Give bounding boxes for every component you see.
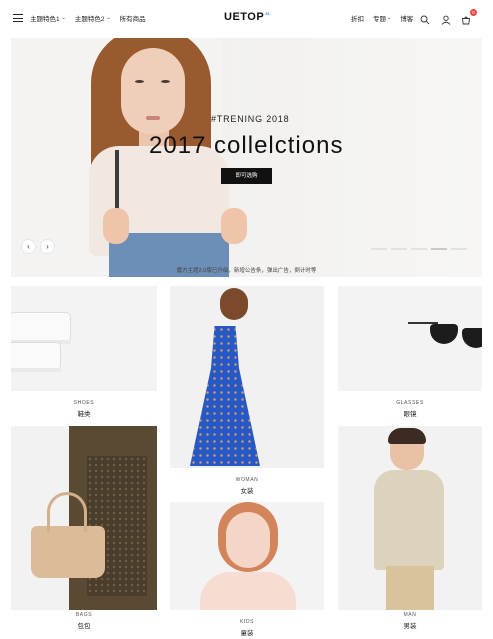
- nav-item-theme-1[interactable]: 主题特色1 ⌄: [30, 13, 66, 23]
- slider-dot[interactable]: [411, 248, 427, 250]
- menu-icon[interactable]: [13, 14, 23, 22]
- category-label-zh: 鞋类: [77, 411, 91, 418]
- logo-text: UETOP: [224, 11, 265, 23]
- bag-shape: [31, 526, 105, 578]
- slider-dot[interactable]: [431, 248, 447, 250]
- category-card-shoes[interactable]: SHOES 鞋类: [11, 286, 157, 419]
- eye: [161, 80, 170, 83]
- category-image-man: [338, 426, 482, 610]
- chevron-right-icon: ›: [46, 242, 49, 251]
- category-image-bags: [11, 426, 157, 610]
- model-head: [220, 288, 248, 320]
- nav-left: 主题特色1 ⌄ 主题特色2 ⌄ 所有商品: [30, 13, 146, 23]
- hero-model-hand: [103, 208, 129, 244]
- chevron-down-icon: ⌄: [106, 15, 111, 21]
- category-label-en: SHOES: [73, 400, 95, 406]
- nav-item-discount[interactable]: 折扣: [351, 13, 364, 23]
- nav-item-theme-2[interactable]: 主题特色2 ⌄: [75, 13, 111, 23]
- hero-subtitle: #TRENING 2018: [211, 114, 290, 124]
- man-trousers: [386, 566, 434, 610]
- category-label-zh: 童装: [240, 630, 254, 637]
- slider-next-button[interactable]: ›: [40, 239, 55, 254]
- category-label-zh: 女装: [240, 488, 254, 495]
- man-jacket: [374, 470, 444, 570]
- category-label-zh: 眼镜: [403, 411, 417, 418]
- dress-pattern: [190, 326, 260, 466]
- category-label-en: WOMAN: [235, 477, 259, 483]
- hero-title: 2017 collelctions: [149, 132, 344, 159]
- shoe-shape: [11, 342, 61, 370]
- category-image-glasses: [338, 286, 482, 391]
- nav-item-blog[interactable]: 博客: [400, 13, 413, 23]
- bag-handle: [47, 492, 87, 532]
- category-image-woman: [170, 286, 324, 468]
- child-dress: [200, 572, 296, 610]
- slider-pagination: [371, 248, 467, 250]
- shoe-shape: [11, 312, 71, 342]
- logo-superscript: 21: [265, 11, 270, 17]
- eye: [135, 80, 144, 83]
- shop-now-button[interactable]: 即可选购: [221, 168, 272, 184]
- nav-item-label: 折扣: [351, 16, 364, 23]
- category-label-en: GLASSES: [396, 400, 424, 406]
- chevron-down-icon: ⌄: [61, 15, 66, 21]
- shoe-sole: [11, 368, 61, 372]
- lips: [146, 116, 160, 120]
- category-label-en: MAN: [403, 612, 417, 618]
- site-logo[interactable]: UETOP21: [224, 11, 270, 23]
- nav-right: 折扣 专题 ⌄ 博客: [351, 13, 413, 23]
- category-card-glasses[interactable]: GLASSES 眼镜: [338, 286, 482, 419]
- chevron-down-icon: ⌄: [387, 15, 392, 21]
- category-card-woman[interactable]: WOMAN 女装: [170, 286, 324, 495]
- slider-dot[interactable]: [391, 248, 407, 250]
- category-label-en: BAGS: [75, 612, 93, 618]
- category-card-man[interactable]: MAN 男装: [338, 426, 482, 636]
- nav-item-label: 所有商品: [119, 16, 146, 23]
- lens-shape: [462, 328, 482, 348]
- chevron-left-icon: ‹: [27, 242, 30, 251]
- user-icon[interactable]: [441, 12, 452, 25]
- nav-item-all-products[interactable]: 所有商品: [120, 13, 146, 23]
- nav-item-label: 博客: [400, 16, 414, 23]
- category-label-zh: 包包: [77, 623, 91, 630]
- slider-dot[interactable]: [371, 248, 387, 250]
- hero-model-face: [121, 48, 185, 134]
- cart-icon[interactable]: 0: [461, 9, 477, 25]
- cart-count-badge: 0: [470, 9, 477, 16]
- category-label-en: KIDS: [239, 619, 255, 625]
- nav-item-label: 主题特色2: [74, 16, 105, 23]
- slider-prev-button[interactable]: ‹: [21, 239, 36, 254]
- announcement-bar: 魔方主题2.0版已升级，新增公告条，弹出广告，倒计时等: [176, 268, 317, 274]
- nav-item-topics[interactable]: 专题 ⌄: [373, 13, 391, 23]
- hero-model-hand: [221, 208, 247, 244]
- category-label-zh: 男装: [403, 623, 417, 630]
- child-face: [226, 512, 270, 568]
- category-card-kids[interactable]: KIDS 童装: [170, 502, 324, 637]
- category-image-shoes: [11, 286, 157, 391]
- hero-slider[interactable]: #TRENING 2018 2017 collelctions 即可选购 ‹ ›: [11, 38, 482, 277]
- glasses-arm: [408, 322, 438, 324]
- man-hair: [388, 428, 426, 444]
- site-header: 主题特色1 ⌄ 主题特色2 ⌄ 所有商品 UETOP21 折扣 专题 ⌄ 博客 0: [0, 0, 493, 38]
- category-image-kids: [170, 502, 324, 610]
- search-icon[interactable]: [420, 12, 431, 25]
- nav-item-label: 主题特色1: [30, 16, 60, 23]
- category-card-bags[interactable]: BAGS 包包: [11, 426, 157, 636]
- slider-dot[interactable]: [451, 248, 467, 250]
- lens-shape: [430, 324, 458, 344]
- nav-item-label: 专题: [373, 16, 386, 23]
